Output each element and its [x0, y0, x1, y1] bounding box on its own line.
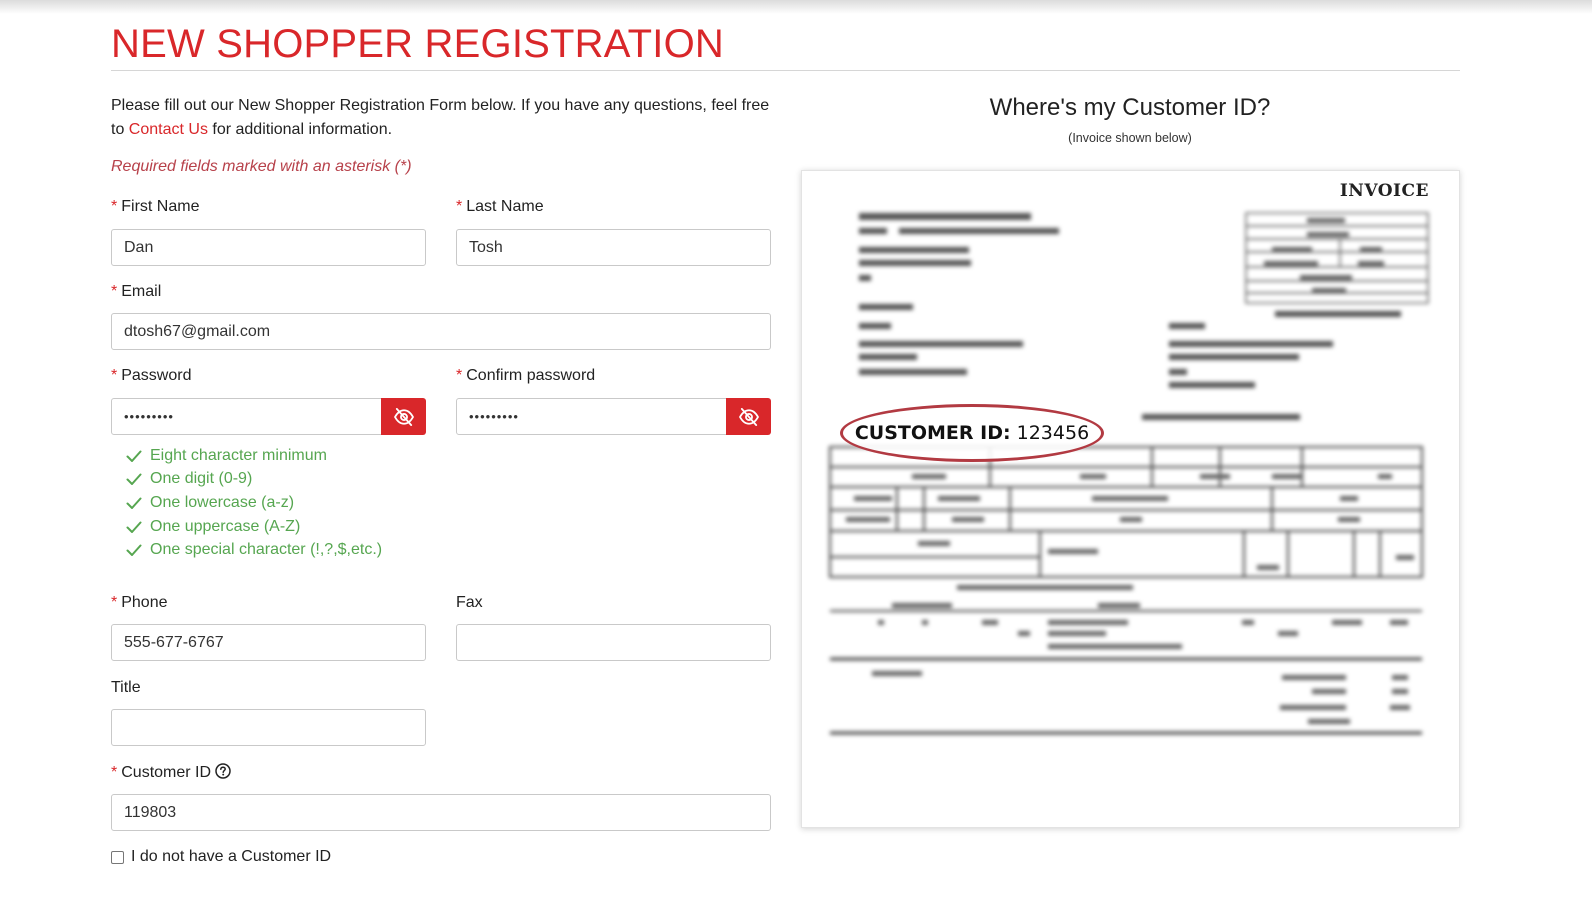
customer-id-label: * Customer ID [111, 763, 231, 782]
last-name-label: * Last Name [456, 198, 544, 216]
password-label-text: Password [121, 367, 192, 384]
password-rule: One special character (!,?,$,etc.) [126, 538, 382, 562]
check-icon [126, 473, 142, 486]
invoice-blurred-content [829, 212, 1429, 735]
password-rule-text: One uppercase (A-Z) [150, 517, 301, 535]
customer-id-label-text: Customer ID [121, 764, 212, 781]
check-icon [126, 497, 142, 509]
email-input[interactable]: dtosh67@gmail.com [111, 313, 771, 350]
page-title: NEW SHOPPER REGISTRATION [111, 22, 725, 66]
last-name-label-text: Last Name [466, 198, 544, 215]
customer-id-help-heading: Where's my Customer ID? [989, 94, 1271, 121]
required-asterisk: * [111, 764, 118, 781]
intro-text: Please fill out our New Shopper Registra… [111, 94, 781, 142]
password-rule: One uppercase (A-Z) [126, 515, 382, 539]
first-name-input[interactable]: Dan [111, 229, 426, 266]
password-rule-text: Eight character minimum [150, 446, 327, 464]
password-label: * Password [111, 367, 191, 385]
customer-id-input[interactable]: 119803 [111, 794, 771, 831]
check-icon [126, 521, 142, 533]
required-asterisk: * [456, 367, 463, 384]
phone-label: * Phone [111, 594, 168, 612]
password-rule-text: One digit (0-9) [150, 470, 253, 488]
required-asterisk: * [111, 367, 118, 384]
question-circle-icon[interactable] [215, 763, 231, 779]
first-name-label: * First Name [111, 198, 199, 216]
password-rule-text: One lowercase (a-z) [150, 493, 295, 511]
required-asterisk: * [111, 594, 118, 611]
sample-invoice-image: INVOICE CUSTOMER ID: 123456 [801, 170, 1460, 828]
intro-text-end: for additional information. [207, 121, 393, 138]
confirm-password-input[interactable]: ••••••••• [456, 398, 727, 435]
email-label: * Email [111, 283, 161, 301]
password-input[interactable]: ••••••••• [111, 398, 382, 435]
password-rule: One digit (0-9) [126, 468, 382, 492]
customer-id-callout-label: CUSTOMER ID: [854, 422, 1011, 444]
title-label: Title [111, 679, 141, 696]
fax-input[interactable] [456, 624, 771, 661]
first-name-label-text: First Name [121, 198, 200, 215]
title-input[interactable] [111, 709, 426, 746]
customer-id-help-subheading: (Invoice shown below) [1068, 131, 1192, 145]
title-divider [111, 70, 1460, 71]
no-customer-id-option[interactable]: I do not have a Customer ID [111, 848, 331, 866]
fax-label: Fax [456, 594, 483, 611]
last-name-input[interactable]: Tosh [456, 229, 771, 266]
confirm-password-label-text: Confirm password [466, 367, 596, 384]
customer-id-callout: CUSTOMER ID: 123456 [840, 404, 1104, 462]
check-icon [126, 450, 142, 462]
password-rule-text: One special character (!,?,$,etc.) [150, 541, 383, 559]
no-customer-id-label: I do not have a Customer ID [131, 848, 332, 865]
password-requirements-list: Eight character minimum One digit (0-9) … [126, 444, 382, 562]
required-asterisk: * [111, 198, 118, 215]
phone-input[interactable]: 555-677-6767 [111, 624, 426, 661]
eye-slash-icon [738, 407, 759, 426]
password-visibility-toggle[interactable] [381, 398, 426, 435]
header-shadow [0, 0, 1592, 14]
customer-id-callout-value: 123456 [1016, 422, 1090, 444]
required-asterisk: * [456, 198, 463, 215]
required-fields-note: Required fields marked with an asterisk … [111, 158, 412, 175]
required-asterisk: * [111, 283, 118, 300]
no-customer-id-checkbox[interactable] [111, 850, 124, 864]
contact-us-link[interactable]: Contact Us [129, 121, 208, 138]
confirm-password-visibility-toggle[interactable] [726, 398, 771, 435]
password-rule: One lowercase (a-z) [126, 491, 382, 515]
password-rule: Eight character minimum [126, 444, 382, 468]
eye-slash-icon [393, 407, 414, 426]
phone-label-text: Phone [121, 594, 168, 611]
check-icon [126, 544, 142, 557]
email-label-text: Email [121, 283, 162, 300]
confirm-password-label: * Confirm password [456, 367, 595, 385]
